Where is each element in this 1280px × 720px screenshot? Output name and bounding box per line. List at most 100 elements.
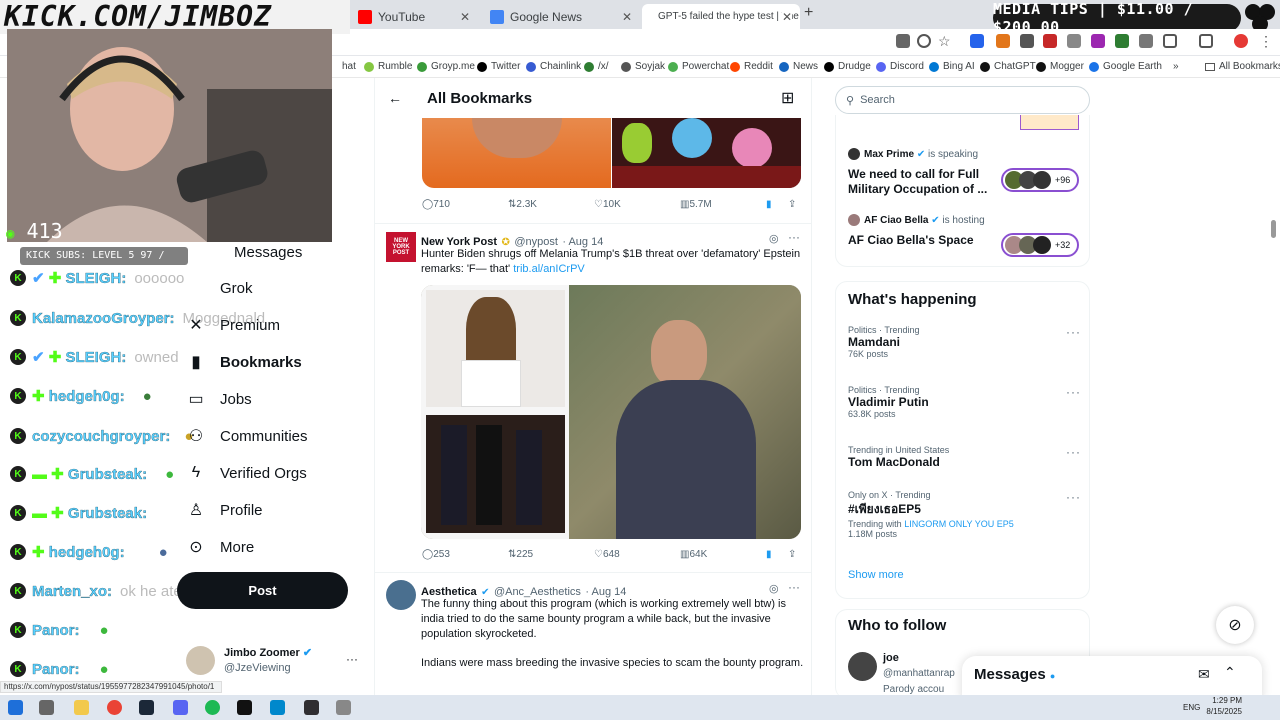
space-title[interactable]: AF Ciao Bella's Space: [848, 233, 974, 247]
bookmark-item[interactable]: Rumble: [364, 61, 412, 72]
start-icon[interactable]: [8, 700, 23, 715]
trend-item[interactable]: Politics · Trending Vladimir Putin 63.8K…: [848, 385, 929, 419]
repost-button[interactable]: ⇅ 225: [508, 549, 533, 560]
nav-more[interactable]: ⊙ More: [186, 537, 254, 557]
more-dots-icon[interactable]: ···: [1066, 385, 1081, 399]
extension-icon[interactable]: [1139, 34, 1153, 48]
chrome-icon[interactable]: [107, 700, 122, 715]
grok-explain-icon[interactable]: ◎: [769, 232, 779, 245]
tab-youtube[interactable]: YouTube ✕: [348, 4, 478, 29]
aesthetica-avatar[interactable]: [386, 580, 416, 610]
spotify-icon[interactable]: [205, 700, 220, 715]
nav-messages[interactable]: Messages: [200, 242, 302, 262]
more-dots-icon[interactable]: ···: [788, 230, 800, 244]
obs-icon[interactable]: [304, 700, 319, 715]
clock-time[interactable]: 1:29 PM: [1206, 696, 1242, 705]
nav-bookmarks[interactable]: ▮ Bookmarks: [186, 352, 302, 372]
language-indicator[interactable]: ENG: [1183, 703, 1200, 712]
bookmark-item[interactable]: News: [779, 61, 818, 72]
tweet-media-image[interactable]: [422, 118, 611, 188]
more-dots-icon[interactable]: ···: [1066, 445, 1081, 459]
profile-avatar-icon[interactable]: [1234, 34, 1248, 48]
tab-google-news[interactable]: Google News ✕: [480, 4, 640, 29]
nav-communities[interactable]: ⚇ Communities: [186, 426, 308, 446]
extension-icon[interactable]: [1043, 34, 1057, 48]
share-icon[interactable]: ⇪: [788, 549, 796, 560]
views-button[interactable]: ▥ 64K: [680, 549, 707, 560]
metamask-icon[interactable]: [996, 34, 1010, 48]
bookmark-item[interactable]: hat: [342, 61, 356, 72]
puzzle-icon[interactable]: [1163, 34, 1177, 48]
more-dots-icon[interactable]: ···: [788, 580, 800, 594]
views-button[interactable]: ▥ 5.7M: [680, 199, 712, 210]
chevron-right-icon[interactable]: »: [1173, 61, 1179, 72]
share-icon[interactable]: ⇪: [788, 199, 796, 210]
close-icon[interactable]: ✕: [460, 10, 470, 24]
bookmark-item[interactable]: Groyp.me: [417, 61, 475, 72]
extension-icon[interactable]: [970, 34, 984, 48]
post-button[interactable]: Post: [177, 572, 348, 609]
menu-dots-icon[interactable]: ⋮: [1259, 34, 1273, 48]
bookmark-item[interactable]: Google Earth: [1089, 61, 1162, 72]
follow-name[interactable]: joe: [883, 652, 899, 664]
cast-icon[interactable]: [896, 34, 910, 48]
bookmark-filled-icon[interactable]: ▮: [766, 199, 772, 210]
reply-button[interactable]: ◯ 253: [422, 549, 450, 560]
extension-icon[interactable]: [1067, 34, 1081, 48]
nypost-avatar[interactable]: NEW YORK POST: [386, 232, 416, 262]
extension-icon[interactable]: [1091, 34, 1105, 48]
trend-item[interactable]: Politics · Trending Mamdani 76K posts: [848, 325, 920, 359]
messages-drawer[interactable]: Messages ● ✉ ⌃: [962, 656, 1262, 700]
repost-button[interactable]: ⇅ 2.3K: [508, 199, 537, 210]
terminal-icon[interactable]: [237, 700, 252, 715]
bookmark-item[interactable]: Soyjak: [621, 61, 665, 72]
nav-premium[interactable]: ✕ Premium: [186, 315, 280, 335]
nav-profile[interactable]: ♙ Profile: [186, 500, 263, 520]
nav-grok[interactable]: Grok: [186, 278, 253, 298]
shield-icon[interactable]: [1020, 34, 1034, 48]
telegram-icon[interactable]: [270, 700, 285, 715]
show-more-link[interactable]: Show more: [848, 569, 904, 581]
tweet-link[interactable]: trib.al/anICrPV: [513, 263, 585, 275]
bookmark-item[interactable]: Bing AI: [929, 61, 975, 72]
nav-verified-orgs[interactable]: ϟ Verified Orgs: [186, 463, 307, 483]
bookmark-item[interactable]: Reddit: [730, 61, 773, 72]
bookmark-item[interactable]: /x/: [584, 61, 609, 72]
grok-explain-icon[interactable]: ◎: [769, 582, 779, 595]
steam-icon[interactable]: [139, 700, 154, 715]
star-icon[interactable]: ☆: [938, 34, 952, 48]
grok-fab-icon[interactable]: ⊘: [1216, 606, 1254, 644]
new-message-icon[interactable]: ✉: [1198, 666, 1210, 683]
bookmark-item[interactable]: Mogger: [1036, 61, 1084, 72]
space-listeners-pill[interactable]: +96: [1001, 168, 1079, 192]
avatar[interactable]: [848, 652, 877, 681]
zoom-icon[interactable]: [917, 34, 931, 48]
clock-date[interactable]: 8/15/2025: [1200, 707, 1242, 716]
bookmark-item[interactable]: Twitter: [477, 61, 520, 72]
new-tab-button[interactable]: +: [804, 4, 813, 22]
bookmark-filled-icon[interactable]: ▮: [766, 549, 772, 560]
reply-button[interactable]: ◯ 710: [422, 199, 450, 210]
tab-gpt5-article[interactable]: GPT-5 failed the hype test | The ✕: [642, 4, 800, 29]
tweet-media-image[interactable]: [421, 285, 801, 539]
bookmark-item[interactable]: Powerchat: [668, 61, 729, 72]
tweet-media-image[interactable]: [612, 118, 801, 188]
bookmark-item[interactable]: Discord: [876, 61, 924, 72]
account-switcher[interactable]: Jimbo Zoomer ✔ @JzeViewing ···: [186, 644, 366, 678]
like-button[interactable]: ♡ 10K: [594, 199, 621, 210]
trend-item[interactable]: Only on X · Trending #เพียงเธอEP5 Trendi…: [848, 490, 1014, 539]
file-explorer-icon[interactable]: [74, 700, 89, 715]
all-bookmarks-folder[interactable]: All Bookmarks: [1205, 61, 1280, 72]
app-icon[interactable]: [336, 700, 351, 715]
close-icon[interactable]: ✕: [781, 9, 792, 24]
more-dots-icon[interactable]: ···: [1066, 325, 1081, 339]
scrollbar-thumb[interactable]: [1271, 220, 1276, 238]
bookmark-item[interactable]: Chainlink: [526, 61, 581, 72]
extension-icon[interactable]: [1115, 34, 1129, 48]
chevron-up-icon[interactable]: ⌃: [1224, 664, 1236, 681]
close-icon[interactable]: ✕: [622, 10, 632, 24]
like-button[interactable]: ♡ 648: [594, 549, 620, 560]
sidepanel-icon[interactable]: [1199, 34, 1213, 48]
bookmark-item[interactable]: ChatGPT: [980, 61, 1036, 72]
trend-item[interactable]: Trending in United States Tom MacDonald: [848, 445, 949, 469]
